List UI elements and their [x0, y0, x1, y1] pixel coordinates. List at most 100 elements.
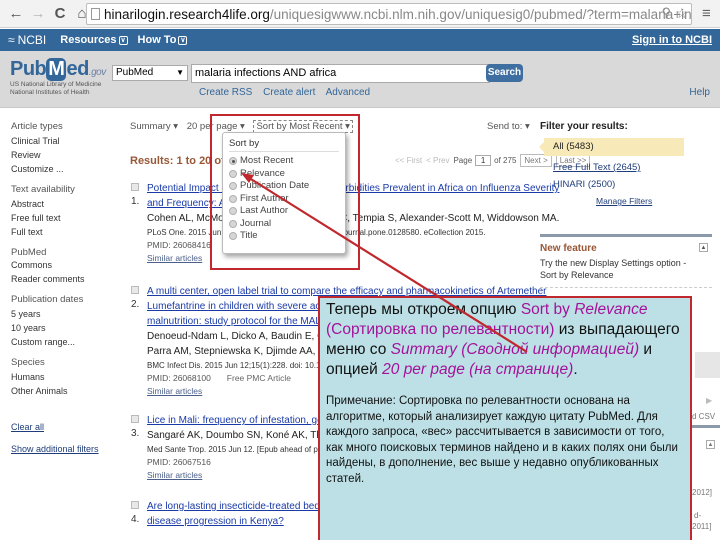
filter-item[interactable]: Review [11, 148, 121, 162]
chevron-down-icon: ∨ [178, 35, 188, 45]
summary-format-dropdown[interactable]: Summary ▾ [130, 121, 178, 132]
free-pmc-link[interactable]: Free PMC Article [227, 373, 291, 383]
filter-all-selected[interactable]: All (5483) [539, 138, 684, 156]
new-feature-box: New feature ▲ Try the new Display Settin… [540, 234, 712, 288]
callout-highlight: Relevance [574, 301, 648, 318]
result-checkbox[interactable] [131, 286, 139, 294]
collapse-icon[interactable]: ▲ [706, 440, 715, 449]
divider [540, 287, 712, 288]
chevron-down-icon: ∨ [118, 35, 128, 45]
resources-menu[interactable]: Resources ∨ [60, 34, 128, 46]
help-link[interactable]: Help [689, 87, 710, 98]
filter-item: Commons [11, 260, 53, 270]
send-to-dropdown[interactable]: Send to: ▾ [487, 121, 530, 132]
callout-highlight: Sort by [520, 301, 570, 318]
result-number: 4. [131, 514, 140, 525]
filter-item[interactable]: Free full text [11, 211, 121, 225]
year-fragment: 2012] [692, 488, 713, 497]
result-number: 2. [131, 299, 140, 310]
csv-link-fragment[interactable]: d CSV [692, 412, 715, 421]
search-sublinks: Create RSS Create alert Advanced [199, 87, 378, 98]
create-alert-link[interactable]: Create alert [263, 87, 315, 98]
result-checkbox[interactable] [131, 501, 139, 509]
logo-gov: .gov [88, 67, 106, 78]
prev-page-link[interactable]: < Prev [426, 156, 449, 165]
filter-group-species: Species Humans Other Animals [11, 357, 121, 398]
database-select[interactable]: PubMed ▼ [112, 65, 188, 81]
star-icon[interactable]: ☆ [675, 5, 688, 22]
filter-item[interactable]: Humans [11, 370, 121, 384]
result-pmid: PMID: 26068416 [147, 240, 211, 250]
create-rss-link[interactable]: Create RSS [199, 87, 252, 98]
forward-arrow-icon[interactable]: → [28, 4, 48, 24]
first-page-link[interactable]: << First [395, 156, 422, 165]
screenshot-root: ← → C ⌂ hinarilogin.research4life.org/un… [0, 0, 720, 540]
advanced-link[interactable]: Advanced [326, 87, 370, 98]
callout-note: Примечание: Сортировка по релевантности … [326, 395, 678, 485]
magnifier-icon[interactable]: ⚲ [661, 5, 671, 21]
callout-text: Теперь мы откроем опцию [326, 301, 521, 318]
pubmed-logo[interactable]: Pub Med.gov US National Library of Medici… [10, 58, 106, 97]
ncbi-logo[interactable]: ≈ NCBI [8, 33, 46, 47]
filter-sidebar: Article types Clinical Trial Review Cust… [11, 121, 121, 456]
sign-in-link[interactable]: Sign in to NCBI [632, 34, 712, 46]
filter-item[interactable]: Clinical Trial [11, 134, 121, 148]
howto-menu[interactable]: How To ∨ [138, 34, 188, 46]
callout-text: . [573, 361, 578, 378]
filter-item[interactable]: 10 years [11, 321, 121, 335]
filter-item[interactable]: Other Animals [11, 384, 121, 398]
filter-free-full-text[interactable]: Free Full Text (2645) [553, 162, 720, 173]
group-heading: Species [11, 357, 45, 368]
filter-heading: Filter your results: [540, 121, 628, 132]
chart-fragment [695, 352, 720, 378]
callout-highlight: Summary [390, 341, 457, 358]
callout-main-text: Теперь мы откроем опцию Sort by Relevanc… [326, 300, 684, 380]
dna-helix-icon: ≈ [8, 33, 15, 47]
filter-item[interactable]: Full text [11, 225, 121, 239]
text-fragment: d- [694, 511, 702, 520]
filter-item[interactable]: Custom range... [11, 335, 121, 349]
url-host: hinarilogin.research4life.org [104, 6, 270, 22]
manage-filters-link[interactable]: Manage Filters [596, 196, 720, 206]
url-path: /uniquesigwww.ncbi.nlm.nih.gov/uniquesig… [269, 6, 692, 22]
filter-hinari[interactable]: HINARI (2500) [553, 179, 720, 190]
logo-ed: ed [66, 58, 89, 80]
ncbi-logo-text: NCBI [17, 33, 47, 47]
result-checkbox[interactable] [131, 415, 139, 423]
result-number: 1. [131, 196, 140, 207]
collapse-icon[interactable]: ▲ [699, 243, 708, 252]
browser-toolbar: ← → C ⌂ hinarilogin.research4life.org/un… [0, 0, 720, 28]
year-fragment: 2011] [692, 522, 712, 531]
new-feature-heading: New feature [540, 243, 597, 254]
filter-group-pubmed-commons: PubMed Commons Reader comments [11, 247, 121, 286]
result-pmid: PMID: 26067516 [147, 457, 211, 467]
search-input[interactable]: malaria infections AND africa [191, 64, 490, 83]
pubmed-header: Pub Med .gov US National Library of Medici… [0, 51, 720, 108]
back-arrow-icon[interactable]: ← [6, 4, 26, 24]
filter-item[interactable]: 5 years [11, 307, 121, 321]
callout-highlight: (Сводной информацией) [461, 341, 640, 358]
clear-all-link[interactable]: Clear all [11, 420, 121, 434]
database-value: PubMed [116, 67, 154, 78]
page-total: of 275 [494, 156, 517, 165]
nih-line: National Institutes of Health [10, 89, 90, 96]
filter-item[interactable]: Reader comments [11, 272, 121, 286]
page-number-input[interactable]: 1 [475, 155, 492, 166]
dropdown-arrow-icon: ▼ [176, 68, 184, 77]
address-bar[interactable]: hinarilogin.research4life.org/uniquesigw… [86, 3, 692, 25]
logo-m: M [46, 58, 67, 81]
annotation-highlight-box [210, 114, 360, 270]
scroll-right-icon[interactable]: ▶ [706, 396, 712, 405]
filter-group-publication-dates: Publication dates 5 years 10 years Custo… [11, 294, 121, 349]
filter-item[interactable]: Customize ... [11, 162, 121, 176]
menu-icon[interactable]: ≡ [702, 5, 716, 22]
search-button[interactable]: Search [486, 64, 523, 82]
reload-icon[interactable]: C [50, 4, 70, 24]
show-additional-filters-link[interactable]: Show additional filters [11, 442, 121, 456]
callout-highlight: (Сортировка по релевантности) [326, 321, 555, 338]
filter-group-article-types: Article types Clinical Trial Review Cust… [11, 121, 121, 176]
panel-divider [692, 425, 720, 428]
filter-item[interactable]: Abstract [11, 197, 121, 211]
result-checkbox[interactable] [131, 183, 139, 191]
nlm-line: US National Library of Medicine [10, 81, 102, 88]
